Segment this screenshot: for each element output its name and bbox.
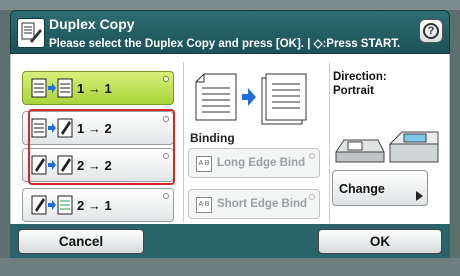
short-edge-bind-label: Short Edge Bind <box>217 198 308 210</box>
ok-button[interactable]: OK <box>318 229 442 254</box>
help-icon: ? <box>423 23 439 39</box>
option-label: 1 → 1 <box>77 81 112 96</box>
option-2-to-1-button[interactable]: 2 → 1 <box>22 188 174 222</box>
duplex-copy-icon <box>17 18 45 48</box>
radio-indicator <box>163 116 169 122</box>
duplex-preview-icon <box>195 73 307 125</box>
one-sided-to-one-sided-icon <box>31 78 73 98</box>
radio-indicator <box>163 193 169 199</box>
long-edge-bind-button[interactable]: A B Long Edge Bind <box>188 148 320 178</box>
two-sided-to-one-sided-icon <box>31 195 73 215</box>
option-label: 2 → 1 <box>77 198 112 213</box>
help-button[interactable]: ? <box>419 19 443 43</box>
short-edge-bind-icon: A B <box>196 197 212 213</box>
long-edge-bind-label: Long Edge Bind <box>217 157 306 169</box>
triangle-right-icon <box>416 191 423 201</box>
short-edge-bind-button[interactable]: A B Short Edge Bind <box>188 189 320 219</box>
option-label: 2 → 2 <box>77 158 112 173</box>
scanner-orientation-icon <box>335 131 439 163</box>
divider <box>329 62 330 222</box>
option-2-to-2-button[interactable]: 2 → 2 <box>22 148 174 182</box>
change-direction-button[interactable]: Change <box>332 170 428 206</box>
selected-indicator <box>163 76 169 82</box>
binding-heading: Binding <box>190 131 235 145</box>
option-label: 1 → 2 <box>77 121 112 136</box>
divider <box>183 62 184 222</box>
bottom-bezel <box>0 258 460 276</box>
radio-indicator <box>163 153 169 159</box>
radio-indicator <box>309 194 315 200</box>
two-sided-to-two-sided-icon <box>31 155 73 175</box>
one-sided-to-two-sided-icon <box>31 118 73 138</box>
long-edge-bind-icon: A B <box>196 156 212 172</box>
top-bezel <box>0 0 460 10</box>
page-title: Duplex Copy <box>49 16 135 32</box>
option-1-to-2-button[interactable]: 1 → 2 <box>22 111 174 145</box>
direction-value: Portrait <box>333 85 374 97</box>
option-1-to-1-button[interactable]: 1 → 1 <box>22 71 174 105</box>
cancel-button[interactable]: Cancel <box>18 229 144 254</box>
title-bar: Duplex Copy Please select the Duplex Cop… <box>10 10 450 54</box>
instruction-text: Please select the Duplex Copy and press … <box>49 38 401 50</box>
direction-label: Direction: <box>333 71 387 83</box>
change-label: Change <box>339 182 385 196</box>
radio-indicator <box>309 153 315 159</box>
